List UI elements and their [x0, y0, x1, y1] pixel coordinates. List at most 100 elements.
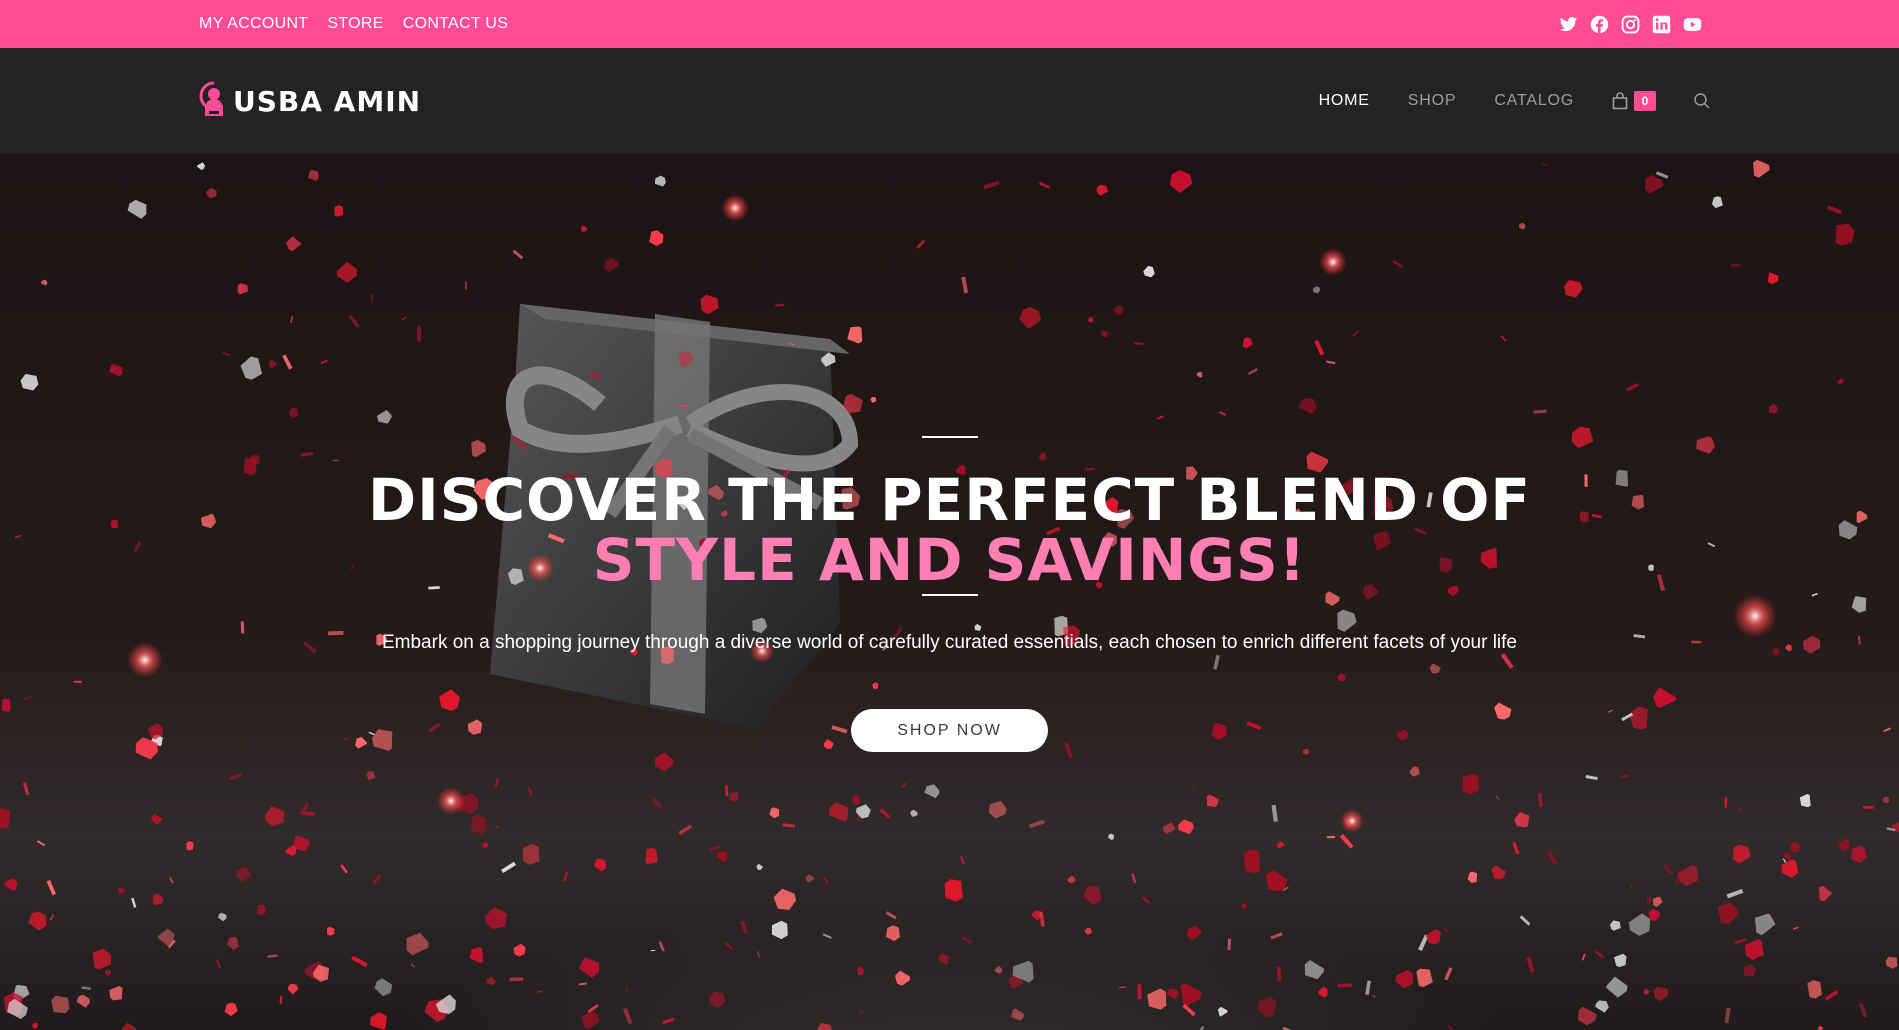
confetti-piece	[1768, 404, 1779, 414]
confetti-piece	[1620, 774, 1630, 778]
confetti-piece	[1395, 969, 1413, 989]
confetti-piece	[417, 325, 421, 342]
confetti-piece	[831, 725, 848, 734]
confetti-piece	[197, 162, 206, 170]
confetti-piece	[1626, 382, 1640, 392]
confetti-piece	[1142, 896, 1151, 904]
confetti-piece	[1337, 609, 1357, 632]
confetti-piece	[374, 978, 393, 997]
facebook-icon[interactable]	[1590, 15, 1609, 34]
confetti-piece	[756, 951, 761, 958]
confetti-piece	[1519, 915, 1531, 926]
confetti-piece	[886, 925, 901, 942]
nav-home[interactable]: HOME	[1319, 92, 1370, 110]
confetti-piece	[289, 407, 299, 418]
confetti-piece	[439, 689, 461, 711]
confetti-piece	[285, 845, 297, 856]
youtube-icon[interactable]	[1683, 15, 1702, 34]
confetti-piece	[961, 936, 973, 945]
linkedin-icon[interactable]	[1652, 15, 1671, 34]
confetti-piece	[7, 998, 28, 1019]
confetti-piece	[406, 932, 429, 956]
confetti-piece	[269, 359, 277, 369]
confetti-piece	[1143, 265, 1155, 278]
confetti-piece	[264, 806, 285, 827]
nav-catalog[interactable]: CATALOG	[1494, 92, 1574, 110]
confetti-piece	[1156, 415, 1165, 420]
confetti-piece	[1397, 729, 1409, 741]
site-logo[interactable]: USBA AMIN	[197, 80, 421, 122]
confetti-piece	[501, 861, 516, 874]
confetti-piece	[593, 858, 607, 872]
shop-now-button[interactable]: SHOP NOW	[851, 709, 1048, 752]
confetti-piece	[823, 739, 834, 750]
store-link[interactable]: STORE	[327, 15, 383, 33]
nav-shop[interactable]: SHOP	[1408, 92, 1457, 110]
confetti-piece	[1732, 844, 1751, 864]
twitter-icon[interactable]	[1559, 15, 1578, 34]
confetti-piece	[716, 851, 728, 862]
confetti-piece	[1182, 1003, 1196, 1017]
confetti-piece	[470, 814, 488, 835]
confetti-piece	[961, 276, 969, 294]
confetti-piece	[700, 294, 719, 315]
hero-subtitle: Embark on a shopping journey through a d…	[381, 632, 1517, 653]
confetti-piece	[1242, 337, 1253, 349]
confetti-piece	[435, 994, 456, 1015]
instagram-icon[interactable]	[1621, 15, 1640, 34]
confetti-piece	[1783, 852, 1791, 860]
confetti-piece	[1365, 980, 1371, 996]
logo-text: USBA AMIN	[233, 84, 422, 118]
confetti-piece	[828, 802, 849, 822]
confetti-piece	[1837, 378, 1844, 385]
confetti-piece	[1314, 339, 1325, 356]
confetti-piece	[1243, 849, 1260, 874]
confetti-piece	[152, 893, 164, 905]
confetti-piece	[1790, 842, 1800, 853]
confetti-piece	[1443, 927, 1449, 933]
confetti-piece	[371, 293, 374, 302]
confetti-piece	[372, 874, 382, 885]
confetti-piece	[988, 800, 1007, 819]
hero-banner: DISCOVER THE PERFECT BLEND OF STYLE AND …	[0, 154, 1899, 1030]
confetti-piece	[1337, 673, 1346, 682]
hero-bottom-divider	[922, 594, 978, 596]
confetti-piece	[1119, 986, 1126, 989]
confetti-piece	[879, 808, 891, 819]
confetti-piece	[769, 807, 780, 819]
confetti-piece	[1533, 409, 1547, 414]
confetti-piece	[847, 326, 863, 344]
contact-us-link[interactable]: CONTACT US	[403, 15, 509, 33]
confetti-piece	[1083, 886, 1102, 905]
confetti-piece	[157, 928, 175, 947]
confetti-piece	[4, 878, 18, 891]
confetti-piece	[1206, 794, 1219, 807]
confetti-piece	[851, 795, 860, 805]
confetti-piece	[1547, 850, 1558, 865]
confetti-piece	[334, 205, 344, 217]
confetti-piece	[286, 236, 302, 252]
confetti-piece	[658, 941, 665, 952]
confetti-piece	[910, 809, 918, 817]
confetti-piece	[368, 731, 375, 736]
confetti-piece	[1313, 286, 1321, 294]
confetti-piece	[1614, 953, 1627, 968]
logo-mark-icon	[199, 81, 223, 116]
confetti-piece	[1429, 663, 1441, 674]
confetti-piece	[340, 864, 348, 874]
confetti-piece	[348, 314, 360, 328]
my-account-link[interactable]: MY ACCOUNT	[199, 15, 308, 33]
confetti-piece	[1826, 205, 1843, 215]
cart-button[interactable]: 0	[1612, 91, 1656, 111]
confetti-piece	[1247, 367, 1258, 376]
confetti-piece	[471, 439, 486, 458]
confetti-piece	[109, 363, 123, 377]
search-button[interactable]	[1693, 92, 1711, 110]
confetti-piece	[1178, 819, 1194, 835]
confetti-piece	[1711, 196, 1723, 209]
confetti-piece	[509, 977, 524, 982]
confetti-piece	[1648, 908, 1661, 921]
confetti-piece	[1392, 260, 1403, 268]
confetti-piece	[1807, 980, 1822, 999]
confetti-piece	[678, 824, 692, 836]
